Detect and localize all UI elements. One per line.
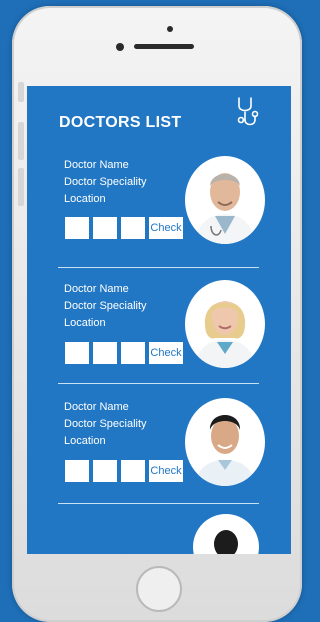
volume-down-button	[18, 168, 24, 206]
doctor-speciality: Doctor Speciality	[64, 300, 147, 312]
rating-box[interactable]	[93, 460, 117, 482]
doctor-portrait-icon	[195, 415, 255, 486]
rating-box[interactable]	[65, 342, 89, 364]
card-divider	[58, 503, 259, 504]
doctor-location: Location	[64, 435, 106, 447]
rating-box[interactable]	[93, 217, 117, 239]
proximity-sensor	[167, 26, 173, 32]
doctor-card[interactable]: Doctor Name Doctor Speciality Location C…	[27, 276, 291, 392]
check-button[interactable]: Check	[149, 460, 183, 482]
doctor-avatar	[185, 156, 265, 244]
rating-box[interactable]	[65, 460, 89, 482]
card-divider	[58, 383, 259, 384]
front-camera	[116, 43, 124, 51]
rating-box[interactable]	[121, 342, 145, 364]
rating-box[interactable]	[121, 217, 145, 239]
doctor-speciality: Doctor Speciality	[64, 418, 147, 430]
doctor-portrait-icon	[195, 301, 255, 368]
card-divider	[58, 267, 259, 268]
doctor-avatar	[193, 514, 259, 554]
doctor-portrait-icon	[214, 530, 238, 554]
rating-box[interactable]	[121, 460, 145, 482]
volume-up-button	[18, 122, 24, 160]
doctor-avatar	[185, 398, 265, 486]
app-screen: DOCTORS LIST Doctor Name Doctor Speciali…	[27, 86, 291, 554]
doctor-location: Location	[64, 317, 106, 329]
doctor-name: Doctor Name	[64, 283, 129, 295]
doctor-portrait-icon	[195, 173, 255, 244]
doctor-card[interactable]: Doctor Name Doctor Speciality Location C…	[27, 394, 291, 510]
rating-boxes: Check	[65, 342, 183, 364]
stethoscope-icon	[237, 97, 259, 126]
page-title: DOCTORS LIST	[59, 114, 182, 131]
doctor-name: Doctor Name	[64, 159, 129, 171]
doctor-avatar	[185, 280, 265, 368]
doctor-name: Doctor Name	[64, 401, 129, 413]
check-button[interactable]: Check	[149, 217, 183, 239]
doctor-location: Location	[64, 193, 106, 205]
doctor-speciality: Doctor Speciality	[64, 176, 147, 188]
mute-switch	[18, 82, 24, 102]
check-button[interactable]: Check	[149, 342, 183, 364]
rating-box[interactable]	[93, 342, 117, 364]
rating-boxes: Check	[65, 460, 183, 482]
doctor-card[interactable]: Doctor Name Doctor Speciality Location C…	[27, 152, 291, 268]
home-button[interactable]	[136, 566, 182, 612]
earpiece-speaker	[134, 44, 194, 49]
rating-boxes: Check	[65, 217, 183, 239]
rating-box[interactable]	[65, 217, 89, 239]
